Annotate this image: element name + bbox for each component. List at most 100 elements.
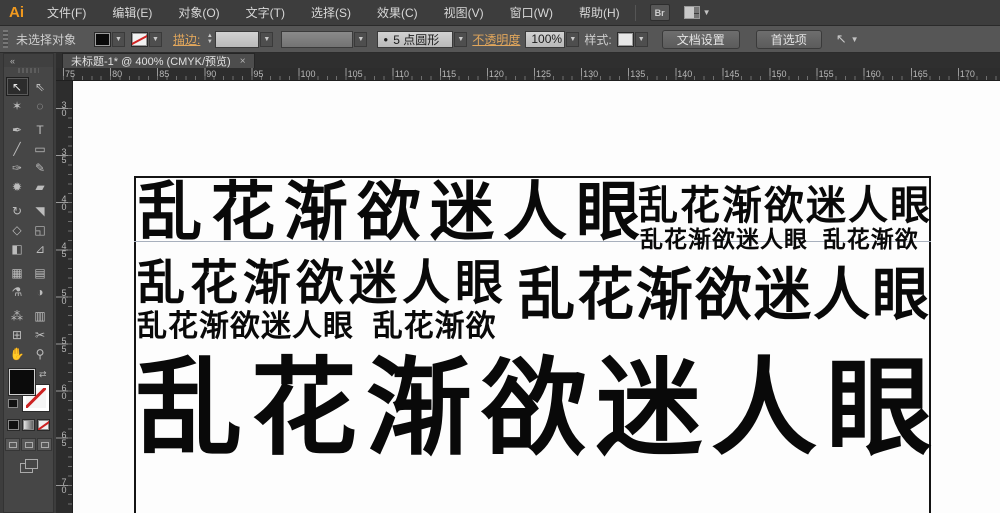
stroke-weight-label[interactable]: 描边:	[173, 31, 200, 48]
width-profile-field[interactable]	[281, 30, 354, 48]
close-icon[interactable]: ×	[240, 56, 246, 67]
fill-color-box[interactable]	[7, 368, 36, 396]
ruler-number: 125	[536, 69, 552, 79]
canvas-text-object[interactable]: 乱花渐欲迷人眼	[638, 184, 932, 228]
gradient-tool[interactable]: ▤	[29, 263, 52, 282]
stroke-weight-field[interactable]	[215, 30, 260, 48]
collapse-panel-button[interactable]: «	[4, 54, 53, 67]
canvas[interactable]: 乱花渐欲迷人眼 乱花渐欲迷人眼 乱花渐欲迷人眼 乱花渐欲 乱花渐欲迷人眼 乱花渐欲迷人眼…	[73, 81, 1000, 513]
opacity-label[interactable]: 不透明度	[472, 31, 520, 48]
zoom-tool[interactable]: ⚲	[29, 344, 52, 363]
width-profile-dropdown[interactable]: ▼	[354, 31, 368, 47]
canvas-text-object[interactable]: 乱花渐欲迷人眼	[136, 352, 941, 467]
menu-item[interactable]: 效果(C)	[364, 0, 431, 26]
scale-tool-icon: ◥	[35, 203, 45, 218]
canvas-text-object[interactable]: 乱花渐欲迷人眼 乱花渐欲	[640, 227, 919, 252]
swap-fill-stroke-icon[interactable]: ⇄	[39, 369, 47, 380]
pencil-tool[interactable]: ✎	[29, 158, 52, 177]
draw-behind-button[interactable]	[21, 438, 36, 451]
stroke-color-control[interactable]: ▼	[131, 31, 163, 47]
opacity-field[interactable]: 100%	[525, 30, 566, 48]
magic-wand-tool-icon: ✶	[11, 98, 23, 113]
brush-definition-field[interactable]: ● 5 点圆形	[377, 30, 454, 48]
shape-builder-tool[interactable]: ◧	[6, 239, 29, 258]
vertical-ruler[interactable]: 30 35 40 45 50 55 60 65 70	[56, 81, 73, 513]
style-dropdown[interactable]: ▼	[634, 31, 648, 47]
blob-brush-tool[interactable]: ✹	[6, 177, 29, 196]
preferences-button[interactable]: 首选项	[755, 29, 822, 49]
eraser-tool[interactable]: ▰	[29, 177, 52, 196]
ruler-number: 165	[912, 69, 928, 79]
ruler-number: 160	[865, 69, 881, 79]
brush-dropdown[interactable]: ▼	[454, 31, 468, 47]
slice-tool[interactable]: ✂	[29, 325, 52, 344]
workspace-grid-icon	[683, 6, 700, 19]
menu-item[interactable]: 对象(O)	[165, 0, 232, 26]
column-graph-tool[interactable]: ▥	[29, 306, 52, 325]
mesh-tool[interactable]: ▦	[6, 263, 29, 282]
zoom-tool-icon: ⚲	[35, 346, 45, 361]
color-mode-button[interactable]	[7, 419, 20, 431]
panel-grip[interactable]	[18, 68, 39, 73]
free-transform-tool[interactable]: ◱	[29, 220, 52, 239]
artboard-tool[interactable]: ⊞	[6, 325, 29, 344]
rectangle-tool[interactable]: ▭	[29, 139, 52, 158]
eyedropper-tool[interactable]: ⚗	[6, 282, 29, 301]
menu-item[interactable]: 文件(F)	[34, 0, 99, 26]
menu-item[interactable]: 编辑(E)	[99, 0, 165, 26]
horizontal-ruler[interactable]: 75 80 85 90 95 100 105 110 115 120 125 130 135 140 145…	[56, 68, 1000, 81]
workspace-switcher-button[interactable]: ▼	[683, 6, 711, 19]
rotate-tool[interactable]: ↻	[6, 201, 29, 220]
control-bar-grip[interactable]	[3, 30, 8, 48]
fill-dropdown-button[interactable]: ▼	[112, 31, 126, 47]
fill-swatch[interactable]	[94, 31, 112, 47]
canvas-text-object[interactable]: 乱花渐欲迷人眼	[518, 264, 931, 327]
draw-inside-button[interactable]	[37, 438, 52, 451]
menu-item[interactable]: 窗口(W)	[497, 0, 566, 26]
hand-tool[interactable]: ✋	[6, 344, 29, 363]
menu-item[interactable]: 视图(V)	[431, 0, 497, 26]
fill-color-control[interactable]: ▼	[94, 31, 126, 47]
scale-tool[interactable]: ◥	[29, 201, 52, 220]
style-swatch[interactable]	[616, 31, 634, 47]
ruler-number: 40	[59, 194, 69, 211]
draw-normal-button[interactable]	[5, 438, 20, 451]
opacity-dropdown[interactable]: ▼	[566, 31, 580, 47]
type-tool[interactable]: T	[29, 120, 52, 139]
default-fill-stroke-icon[interactable]	[7, 399, 18, 408]
none-mode-button[interactable]	[37, 419, 50, 431]
eyedropper-tool-icon: ⚗	[11, 284, 23, 299]
perspective-grid-tool[interactable]: ⊿	[29, 239, 52, 258]
stroke-weight-stepper[interactable]: ▲ ▼	[205, 33, 214, 45]
ruler-number: 65	[59, 429, 69, 446]
stroke-weight-dropdown[interactable]: ▼	[260, 31, 274, 47]
fill-stroke-indicator[interactable]: ⇄	[7, 368, 50, 412]
menu-item[interactable]: 选择(S)	[298, 0, 364, 26]
pen-tool[interactable]: ✒	[6, 120, 29, 139]
menu-item[interactable]: 文字(T)	[233, 0, 298, 26]
control-bar: 未选择对象 ▼ ▼ 描边: ▲ ▼ ▼ ▼ ● 5 点圆形 ▼ 不透明度 100%…	[0, 26, 1000, 53]
stroke-none-swatch[interactable]	[131, 31, 149, 47]
canvas-text-object[interactable]: 乱花渐欲迷人眼	[138, 177, 649, 247]
selection-tool[interactable]: ↖	[5, 77, 29, 96]
magic-wand-tool[interactable]: ✶	[6, 96, 29, 115]
direct-selection-tool[interactable]: ⇖	[29, 77, 52, 96]
lasso-tool[interactable]: ◌	[29, 96, 52, 115]
canvas-text-object[interactable]: 乱花渐欲迷人眼	[137, 258, 508, 310]
gradient-mode-button[interactable]	[22, 419, 35, 431]
screen-mode-button[interactable]	[19, 459, 38, 473]
bridge-icon[interactable]: Br	[649, 4, 670, 21]
gradient-tool-icon: ▤	[34, 265, 46, 280]
blend-tool[interactable]: ◑	[29, 282, 52, 301]
select-similar-button[interactable]: ↖ ▼	[836, 31, 859, 47]
document-setup-button[interactable]: 文档设置	[661, 29, 740, 49]
width-tool[interactable]: ◇	[6, 220, 29, 239]
symbol-sprayer-tool[interactable]: ⁂	[6, 306, 29, 325]
style-control[interactable]: ▼	[616, 31, 648, 47]
document-tab[interactable]: 未标题-1* @ 400% (CMYK/预览) ×	[62, 53, 255, 68]
menu-item[interactable]: 帮助(H)	[566, 0, 633, 26]
line-segment-tool[interactable]: ╱	[6, 139, 29, 158]
canvas-text-object[interactable]: 乱花渐欲迷人眼 乱花渐欲	[137, 310, 497, 343]
paintbrush-tool[interactable]: ✑	[6, 158, 29, 177]
stroke-dropdown-button[interactable]: ▼	[149, 31, 163, 47]
